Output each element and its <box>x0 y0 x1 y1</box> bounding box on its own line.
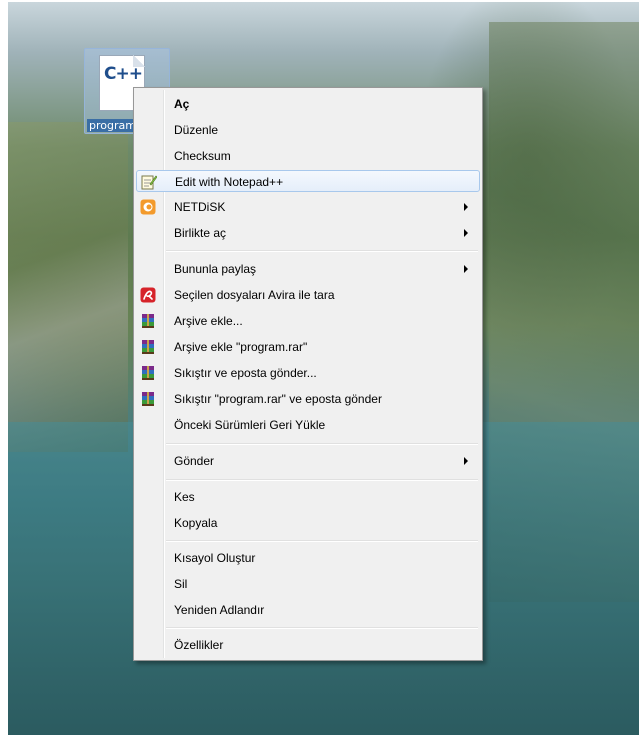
menu-item-label: Gönder <box>174 454 215 468</box>
submenu-arrow-icon <box>464 457 468 465</box>
menu-item-label: NETDiSK <box>174 200 226 214</box>
menu-item-label: Önceki Sürümleri Geri Yükle <box>174 418 326 432</box>
mountain-left <box>8 122 128 452</box>
menu-item-label: Edit with Notepad++ <box>175 175 284 189</box>
menu-item-label: Kes <box>174 490 195 504</box>
menu-item-delete[interactable]: Sil <box>136 573 480 595</box>
menu-item-label: Birlikte aç <box>174 226 227 240</box>
menu-item-compress-program-rar-and-email[interactable]: Sıkıştır "program.rar" ve eposta gönder <box>136 388 480 410</box>
context-menu: Aç Düzenle Checksum Edit with Notepad++ <box>133 87 483 661</box>
avira-icon <box>140 287 156 303</box>
menu-item-create-shortcut[interactable]: Kısayol Oluştur <box>136 547 480 569</box>
winrar-icon <box>140 339 156 355</box>
file-name-label: program <box>87 119 138 132</box>
menu-item-label: Düzenle <box>174 123 219 137</box>
menu-item-label: Yeniden Adlandır <box>174 603 265 617</box>
menu-item-share-with[interactable]: Bununla paylaş <box>136 258 480 280</box>
menu-item-label: Bununla paylaş <box>174 262 257 276</box>
menu-item-label: Sil <box>174 577 188 591</box>
menu-item-label: Seçilen dosyaları Avira ile tara <box>174 288 335 302</box>
menu-item-add-to-archive[interactable]: Arşive ekle... <box>136 310 480 332</box>
menu-item-label: Arşive ekle... <box>174 314 243 328</box>
menu-separator <box>166 250 478 252</box>
menu-item-properties[interactable]: Özellikler <box>136 634 480 656</box>
file-type-text: C++ <box>104 64 143 84</box>
menu-item-edit[interactable]: Düzenle <box>136 119 480 141</box>
menu-item-label: Özellikler <box>174 638 224 652</box>
menu-item-netdisk[interactable]: NETDiSK <box>136 196 480 218</box>
netdisk-icon <box>140 199 156 215</box>
submenu-arrow-icon <box>464 203 468 211</box>
winrar-icon <box>140 391 156 407</box>
menu-item-label: Kopyala <box>174 516 218 530</box>
menu-item-label: Checksum <box>174 149 231 163</box>
menu-separator <box>166 443 478 445</box>
submenu-arrow-icon <box>464 229 468 237</box>
menu-item-edit-with-notepad[interactable]: Edit with Notepad++ <box>136 170 480 192</box>
menu-item-open[interactable]: Aç <box>136 93 480 115</box>
menu-item-open-with[interactable]: Birlikte aç <box>136 222 480 244</box>
menu-item-label: Sıkıştır ve eposta gönder... <box>174 366 317 380</box>
menu-item-label: Sıkıştır "program.rar" ve eposta gönder <box>174 392 382 406</box>
menu-item-cut[interactable]: Kes <box>136 486 480 508</box>
notepad-plus-plus-icon <box>141 174 158 190</box>
menu-item-send-to[interactable]: Gönder <box>136 450 480 472</box>
menu-item-checksum[interactable]: Checksum <box>136 145 480 167</box>
menu-separator <box>166 627 478 629</box>
menu-item-rename[interactable]: Yeniden Adlandır <box>136 599 480 621</box>
menu-item-label: Kısayol Oluştur <box>174 551 256 565</box>
menu-item-compress-and-email[interactable]: Sıkıştır ve eposta gönder... <box>136 362 480 384</box>
menu-item-label: Aç <box>174 97 190 111</box>
winrar-icon <box>140 313 156 329</box>
winrar-icon <box>140 365 156 381</box>
menu-item-add-to-program-rar[interactable]: Arşive ekle "program.rar" <box>136 336 480 358</box>
submenu-arrow-icon <box>464 265 468 273</box>
menu-separator <box>166 479 478 481</box>
menu-separator <box>166 540 478 542</box>
menu-item-avira-scan[interactable]: Seçilen dosyaları Avira ile tara <box>136 284 480 306</box>
menu-item-label: Arşive ekle "program.rar" <box>174 340 308 354</box>
menu-item-copy[interactable]: Kopyala <box>136 512 480 534</box>
menu-item-restore-previous-versions[interactable]: Önceki Sürümleri Geri Yükle <box>136 414 480 436</box>
